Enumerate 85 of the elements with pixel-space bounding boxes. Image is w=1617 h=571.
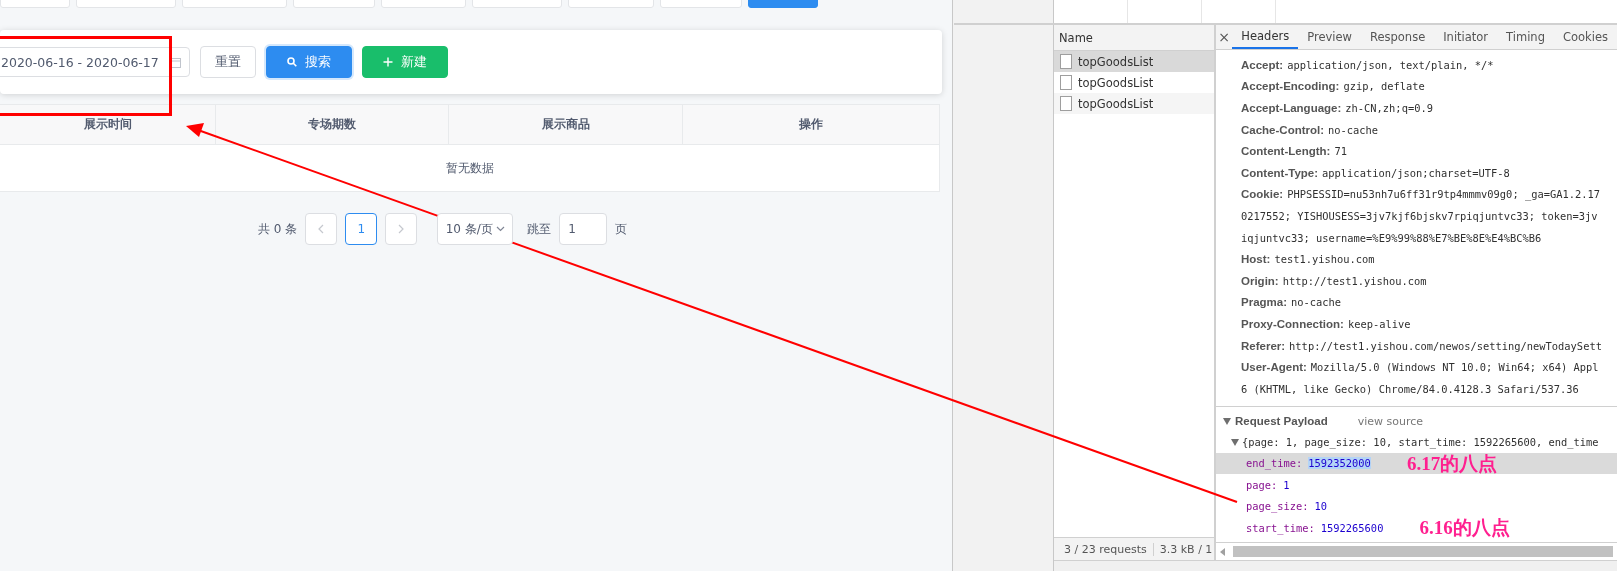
column-header: 展示商品	[449, 105, 683, 144]
file-icon	[1060, 75, 1072, 90]
request-count: 3 / 23 requests	[1063, 542, 1148, 556]
header-value: iqjuntvc33; username=%E9%99%88%E7%BE%8E%E4%BC%B6	[1241, 231, 1542, 244]
column-header: Name	[1054, 25, 1214, 51]
view-source-link[interactable]: view source	[1357, 414, 1424, 428]
empty-message: 暂无数据	[445, 159, 494, 177]
page-suffix: 页	[615, 220, 628, 238]
payload-key: start_time:	[1246, 521, 1315, 534]
payload-key: end_time:	[1246, 457, 1303, 470]
section-title: Request Payload	[1235, 415, 1328, 427]
column-header: 操作	[798, 116, 824, 133]
triangle-down-icon	[1223, 417, 1231, 425]
annotation-text: 6.17的八点	[1406, 453, 1498, 473]
tab[interactable]: Response	[1360, 25, 1435, 49]
reset-button[interactable]: 重置	[200, 46, 256, 78]
column-header: 专场期数	[216, 105, 449, 144]
scroll-left-icon	[1220, 547, 1225, 556]
header-value: application/json, text/plain, */*	[1287, 58, 1494, 71]
date-range-field[interactable]: 2020-06-16 - 2020-06-17	[0, 47, 190, 77]
header-value: PHPSESSID=nu53nh7u6ff31r9tp4mmmv09g0; _ga=GA1.2.17	[1287, 188, 1600, 201]
total-count: 共 0 条	[258, 220, 298, 238]
tab[interactable]: Initiator	[1434, 25, 1498, 49]
header-value: 0217552; YISHOUSESS=3jv7kjf6bjskv7rpiqjuntvc33; token=3jv	[1241, 209, 1598, 222]
page-size-select[interactable]: 10 条/页	[437, 213, 514, 245]
prev-page-button[interactable]	[305, 213, 338, 245]
header-name: Cookie:	[1241, 188, 1284, 201]
header-value: zh-CN,zh;q=0.9	[1345, 102, 1433, 114]
header-name: Origin:	[1241, 274, 1279, 287]
request-row[interactable]: topGoodsList	[1054, 93, 1214, 114]
header-name: Referer:	[1241, 339, 1286, 352]
payload-value: 1	[1283, 478, 1290, 491]
header-name: Proxy-Connection:	[1241, 317, 1344, 330]
tab[interactable]: Headers	[1232, 25, 1299, 49]
header-value: 71	[1334, 145, 1347, 158]
header-name: Content-Length:	[1241, 145, 1331, 158]
close-button[interactable]: ×	[1216, 25, 1233, 49]
header-name: Accept:	[1241, 58, 1284, 71]
payload-summary: {page: 1, page_size: 10, start_time: 1592265600, end_time	[1242, 436, 1599, 448]
header-name: Accept-Language:	[1241, 102, 1342, 114]
annotation-text: 6.16的八点	[1419, 518, 1510, 538]
jump-label: 跳至	[527, 220, 552, 238]
tab[interactable]: Timing	[1497, 25, 1554, 49]
chevron-right-icon	[398, 224, 405, 234]
request-row[interactable]: topGoodsList	[1054, 72, 1214, 93]
header-value: 6 (KHTML, like Gecko) Chrome/84.0.4128.3 Safari/537.36	[1241, 382, 1579, 395]
header-name: Cache-Control:	[1241, 123, 1325, 136]
header-value: no-cache	[1328, 123, 1379, 136]
header-value: Mozilla/5.0 (Windows NT 10.0; Win64; x64) Appl	[1310, 361, 1599, 374]
payload-row[interactable]: start_time: 1592265600 6.16的八点	[1216, 517, 1617, 539]
chevron-left-icon	[318, 224, 325, 234]
header-name: Accept-Encoding:	[1241, 80, 1340, 93]
triangle-down-icon	[1231, 438, 1239, 446]
next-page-button[interactable]	[385, 213, 418, 245]
payload-value: 10	[1314, 500, 1328, 513]
header-name: Host:	[1241, 253, 1271, 266]
search-icon	[287, 57, 297, 67]
header-name: Pragma:	[1241, 296, 1288, 309]
payload-value: 1592265600	[1320, 521, 1384, 534]
header-name: User-Agent:	[1241, 361, 1307, 374]
header-value: keep-alive	[1347, 317, 1411, 330]
file-icon	[1060, 54, 1072, 69]
chevron-down-icon	[495, 226, 505, 232]
jump-input[interactable]: 1	[559, 213, 608, 245]
tab[interactable]: Preview	[1298, 25, 1361, 49]
payload-key: page:	[1246, 478, 1278, 491]
request-row[interactable]: topGoodsList	[1054, 51, 1214, 72]
calendar-icon	[171, 56, 181, 68]
header-value: application/json;charset=UTF-8	[1322, 166, 1510, 179]
header-value: http://test1.yishou.com	[1282, 274, 1427, 287]
header-value: test1.yishou.com	[1274, 253, 1375, 266]
header-value: http://test1.yishou.com/newos/setting/newTodaySett	[1289, 339, 1602, 352]
tab[interactable]: Cookies	[1553, 25, 1617, 49]
header-name: Content-Type:	[1241, 166, 1319, 179]
payload-row[interactable]: end_time: 1592352000 6.17的八点	[1216, 452, 1617, 474]
horizontal-scrollbar[interactable]	[1216, 542, 1617, 560]
plus-icon	[383, 57, 393, 67]
payload-key: page_size:	[1246, 500, 1309, 513]
payload-value: 1592352000	[1308, 457, 1371, 470]
date-range-value: 2020-06-16 - 2020-06-17	[1, 54, 159, 70]
payload-row[interactable]: page: 1	[1216, 474, 1617, 496]
file-icon	[1060, 96, 1072, 111]
header-value: no-cache	[1291, 296, 1342, 309]
payload-row[interactable]: page_size: 10	[1216, 495, 1617, 517]
header-value: gzip, deflate	[1343, 80, 1425, 93]
